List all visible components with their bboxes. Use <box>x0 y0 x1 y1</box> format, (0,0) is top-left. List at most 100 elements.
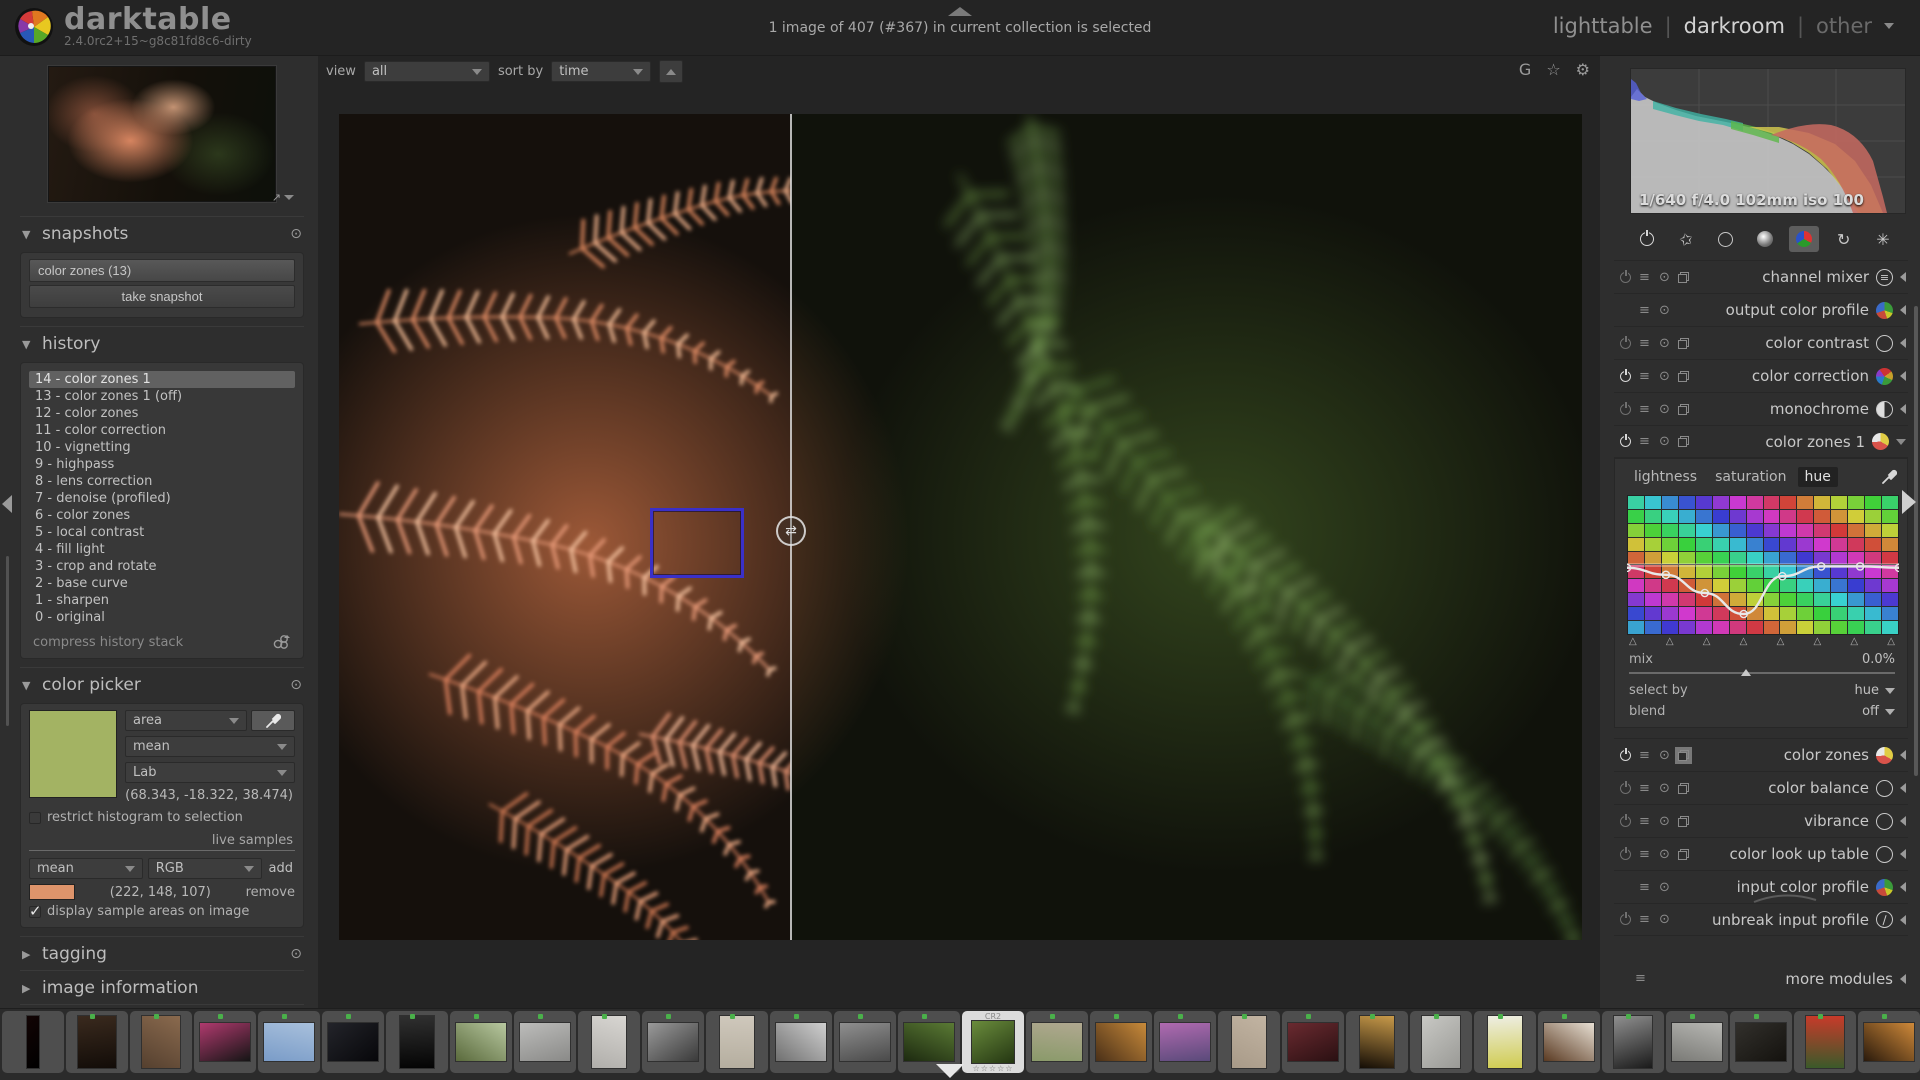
correction-group-icon[interactable]: ↻ <box>1829 226 1859 252</box>
restrict-histogram-row[interactable]: restrict histogram to selection <box>29 810 295 825</box>
multi-instance-icon[interactable] <box>1678 782 1689 794</box>
module-row-unbreak-input-profile[interactable]: ≡ ⊙ unbreak input profile ∕ <box>1614 903 1908 936</box>
expand-arrow-icon[interactable] <box>1900 882 1906 892</box>
presets-icon[interactable]: ≡ <box>1638 369 1651 384</box>
blend-row[interactable]: blend off <box>1627 700 1897 721</box>
history-item[interactable]: 1 - sharpen <box>29 592 295 609</box>
expand-arrow-icon[interactable] <box>1900 338 1906 348</box>
filmstrip-thumbnail[interactable] <box>1026 1011 1088 1073</box>
module-name[interactable]: unbreak input profile <box>1712 911 1869 929</box>
power-icon[interactable] <box>1620 848 1631 860</box>
filmstrip-thumbnail[interactable] <box>706 1011 768 1073</box>
filmstrip-thumbnail[interactable] <box>770 1011 832 1073</box>
multi-instance-icon[interactable] <box>1678 271 1689 283</box>
reset-icon[interactable]: ⊙ <box>1658 434 1671 449</box>
history-item[interactable]: 4 - fill light <box>29 541 295 558</box>
expand-arrow-icon[interactable] <box>1900 783 1906 793</box>
presets-icon[interactable]: ≡ <box>1638 781 1651 796</box>
module-row-channel-mixer[interactable]: ≡ ⊙ channel mixer ≡ <box>1614 260 1908 293</box>
more-modules-row[interactable]: ≡ more modules <box>1614 962 1908 995</box>
history-item[interactable]: 7 - denoise (profiled) <box>29 490 295 507</box>
filmstrip-thumbnail[interactable] <box>1346 1011 1408 1073</box>
view-darkroom[interactable]: darkroom <box>1684 14 1785 38</box>
module-row-monochrome[interactable]: ≡ ⊙ monochrome <box>1614 392 1908 425</box>
expand-arrow-icon[interactable] <box>1896 438 1906 445</box>
snapshot-split-handle[interactable]: ⇄ <box>776 516 806 546</box>
presets-icon[interactable]: ≡ <box>1638 814 1651 829</box>
preview-thumbnail[interactable] <box>47 65 277 203</box>
tab-lightness[interactable]: lightness <box>1627 467 1704 487</box>
view-filter-select[interactable]: all <box>363 61 490 82</box>
filmstrip-thumbnail[interactable] <box>1154 1011 1216 1073</box>
expand-arrow-icon[interactable] <box>1900 914 1906 925</box>
presets-icon[interactable]: ≡ <box>1638 880 1651 895</box>
color-zones-curve-area[interactable] <box>1627 495 1899 635</box>
add-sample-button[interactable]: add <box>267 861 295 876</box>
filmstrip-thumbnail[interactable] <box>386 1011 448 1073</box>
module-name[interactable]: color balance <box>1768 779 1869 797</box>
filmstrip-thumbnail[interactable] <box>450 1011 512 1073</box>
expand-arrow-icon[interactable] <box>1900 305 1906 315</box>
module-name[interactable]: color correction <box>1752 367 1869 385</box>
reset-icon[interactable]: ⊙ <box>1658 270 1671 285</box>
sample-stat-select[interactable]: mean <box>29 858 143 879</box>
grouping-toggle-icon[interactable]: G <box>1519 60 1531 79</box>
reset-icon[interactable]: ⊙ <box>1658 814 1671 829</box>
picker-stat-select[interactable]: mean <box>125 736 295 757</box>
snapshots-header[interactable]: ▼ snapshots ⊙ <box>20 216 304 250</box>
power-icon[interactable] <box>1620 749 1631 761</box>
sort-direction-button[interactable] <box>659 60 684 83</box>
presets-icon[interactable]: ≡ <box>1638 402 1651 417</box>
filmstrip-thumbnail[interactable] <box>130 1011 192 1073</box>
reset-icon[interactable]: ⊙ <box>1658 781 1671 796</box>
filmstrip-thumbnail[interactable] <box>2 1011 64 1073</box>
power-icon[interactable] <box>1620 403 1631 415</box>
tab-hue[interactable]: hue <box>1797 467 1838 487</box>
filmstrip-thumbnail[interactable] <box>1602 1011 1664 1073</box>
multi-instance-icon[interactable] <box>1678 436 1689 447</box>
snapshot-item-button[interactable]: color zones (13) <box>29 259 295 282</box>
filmstrip-thumbnail[interactable] <box>1794 1011 1856 1073</box>
history-header[interactable]: ▼ history <box>20 326 304 360</box>
power-icon[interactable] <box>1620 436 1631 447</box>
reset-icon[interactable]: ⊙ <box>1658 336 1671 351</box>
history-item[interactable]: 5 - local contrast <box>29 524 295 541</box>
histogram[interactable]: 1/640 f/4.0 102mm iso 100 <box>1630 68 1906 214</box>
filmstrip-thumbnail[interactable] <box>66 1011 128 1073</box>
power-icon[interactable] <box>1620 815 1631 827</box>
filmstrip-thumbnail[interactable] <box>1730 1011 1792 1073</box>
zone-marker[interactable]: △ <box>1629 636 1637 647</box>
zone-marker[interactable]: △ <box>1850 636 1858 647</box>
filmstrip-thumbnail[interactable] <box>1218 1011 1280 1073</box>
view-other[interactable]: other <box>1816 14 1872 38</box>
reset-icon[interactable]: ⊙ <box>1658 912 1671 927</box>
multi-instance-icon[interactable] <box>1678 337 1689 349</box>
multi-instance-icon[interactable] <box>1678 848 1689 860</box>
filmstrip-thumbnail[interactable] <box>834 1011 896 1073</box>
right-scrollbar[interactable] <box>1914 306 1918 776</box>
expand-arrow-icon[interactable] <box>1900 404 1906 414</box>
module-name[interactable]: color contrast <box>1765 334 1869 352</box>
filmstrip-thumbnail[interactable] <box>1090 1011 1152 1073</box>
presets-icon[interactable]: ≡ <box>1638 748 1651 763</box>
reset-icon[interactable]: ⊙ <box>290 226 302 242</box>
module-row-color-look-up-table[interactable]: ≡ ⊙ color look up table <box>1614 837 1908 870</box>
presets-icon[interactable]: ≡ <box>1634 971 1647 986</box>
multi-instance-icon[interactable] <box>1678 815 1689 827</box>
image-information-header[interactable]: ▶ image information <box>20 970 304 1004</box>
history-item[interactable]: 8 - lens correction <box>29 473 295 490</box>
picker-space-select[interactable]: Lab <box>125 762 295 783</box>
zone-marker[interactable]: △ <box>1703 636 1711 647</box>
filmstrip-thumbnail[interactable] <box>1410 1011 1472 1073</box>
power-icon[interactable] <box>1620 337 1631 349</box>
sample-color-swatch[interactable] <box>29 884 75 900</box>
image-canvas[interactable]: ⇄ <box>339 114 1582 940</box>
module-row-output-color-profile[interactable]: ≡ ⊙ output color profile <box>1614 293 1908 326</box>
module-row-vibrance[interactable]: ≡ ⊙ vibrance <box>1614 804 1908 837</box>
filmstrip-thumbnail[interactable] <box>1858 1011 1920 1073</box>
eyedropper-icon[interactable] <box>1881 469 1897 485</box>
remove-sample-button[interactable]: remove <box>246 885 295 900</box>
history-item[interactable]: 12 - color zones <box>29 405 295 422</box>
compress-history-row[interactable]: compress history stack <box>29 630 295 652</box>
module-row-color-contrast[interactable]: ≡ ⊙ color contrast <box>1614 326 1908 359</box>
